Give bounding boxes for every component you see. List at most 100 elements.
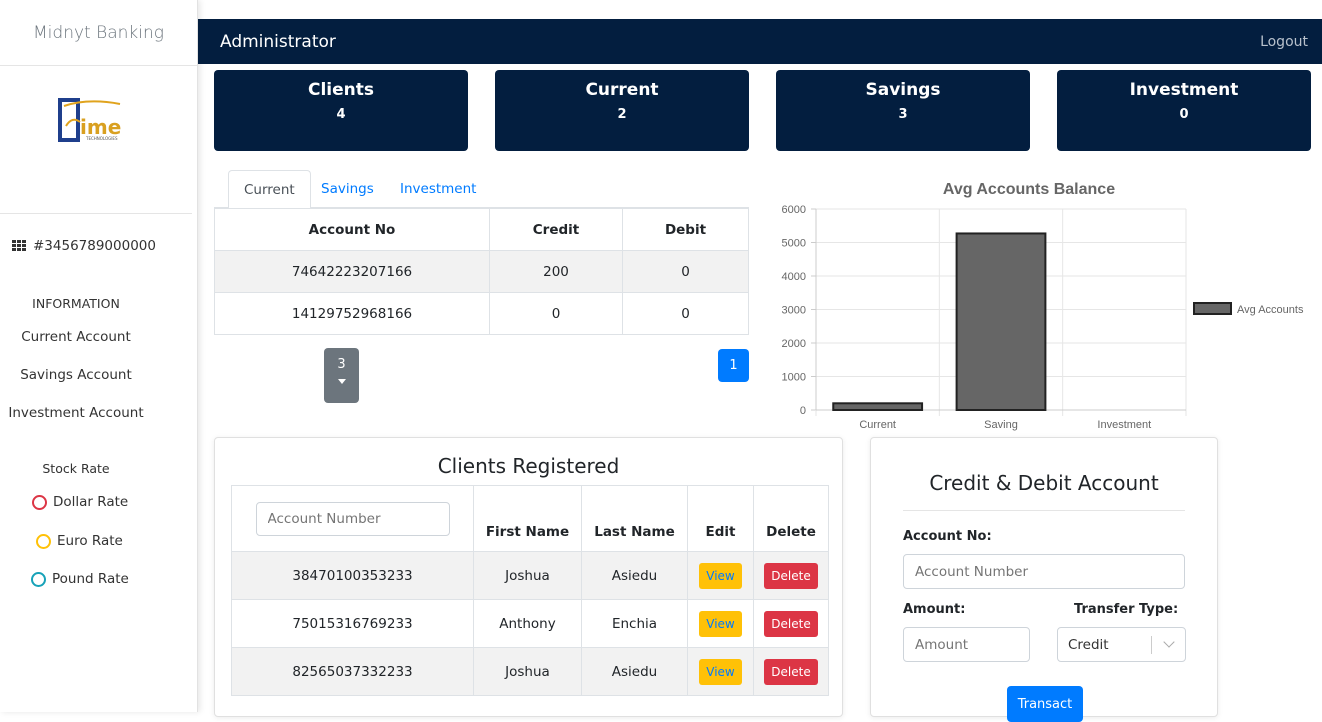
stat-card-investment: Investment 0 — [1057, 70, 1311, 151]
y-tick-label: 3000 — [782, 305, 806, 317]
view-button[interactable]: View — [699, 610, 742, 637]
y-tick-label: 6000 — [782, 204, 806, 216]
column-header-delete: Delete — [753, 485, 829, 552]
clients-panel-title: Clients Registered — [437, 454, 620, 478]
pagination-page-1[interactable]: 1 — [718, 349, 749, 382]
tab-investment[interactable]: Investment — [385, 170, 491, 208]
bar-current — [832, 402, 924, 412]
stat-value: 2 — [617, 107, 627, 122]
sidebar-account-number: #3456789000000 — [12, 238, 156, 254]
delete-button[interactable]: Delete — [764, 610, 818, 637]
table-row: 74642223207166 200 0 — [214, 250, 749, 293]
cell-account: 82565037332233 — [231, 647, 474, 696]
brand-title[interactable]: Midnyt Banking — [0, 0, 197, 66]
transact-button[interactable]: Transact — [1007, 686, 1083, 722]
stat-card-clients: Clients 4 — [214, 70, 468, 151]
y-tick-label: 2000 — [782, 338, 806, 350]
cell-delete: Delete — [753, 599, 829, 648]
svg-text:TECHNOLOGIES: TECHNOLOGIES — [85, 136, 118, 141]
amount-field[interactable] — [903, 627, 1030, 662]
chart-title: Avg Accounts Balance — [943, 181, 1115, 198]
cell-account: 38470100353233 — [231, 551, 474, 600]
account-tabs: Current Savings Investment — [214, 170, 749, 209]
amount-label: Amount: — [903, 602, 966, 617]
account-number-field[interactable] — [903, 554, 1185, 589]
clients-registered-panel: Clients Registered First Name Last Name … — [214, 437, 843, 717]
stock-rate-heading: Stock Rate — [42, 461, 110, 476]
cell-last-name: Enchia — [581, 599, 688, 648]
grid-icon — [12, 239, 27, 253]
circle-icon — [32, 494, 47, 510]
sidebar-divider — [0, 213, 192, 214]
title-divider — [903, 510, 1185, 511]
stat-card-current: Current 2 — [495, 70, 749, 151]
stat-value: 3 — [898, 107, 908, 122]
cell-credit: 0 — [489, 292, 623, 335]
logout-link[interactable]: Logout — [1260, 34, 1308, 50]
search-cell — [231, 485, 474, 552]
cell-delete: Delete — [753, 551, 829, 600]
avg-balance-chart: Avg Accounts Balance 0 1000 2000 3000 4000 500… — [770, 172, 1322, 434]
column-header-account-no: Account No — [214, 208, 490, 251]
table-row: 82565037332233 Joshua Asiedu View Delete — [231, 647, 829, 696]
sidebar-item-savings-account[interactable]: Savings Account — [0, 367, 152, 383]
table-row: 38470100353233 Joshua Asiedu View Delete — [231, 551, 829, 600]
credit-debit-title: Credit & Debit Account — [929, 471, 1159, 495]
view-button[interactable]: View — [699, 562, 742, 589]
sidebar-item-pound-rate[interactable]: Pound Rate — [31, 571, 129, 587]
euro-rate-label: Euro Rate — [57, 533, 123, 549]
y-tick-label: 4000 — [782, 271, 806, 283]
dollar-rate-label: Dollar Rate — [53, 494, 129, 510]
x-tick-label: Saving — [984, 419, 1018, 431]
cell-account-no: 14129752968166 — [214, 292, 490, 335]
cell-account: 75015316769233 — [231, 599, 474, 648]
stat-label: Clients — [307, 80, 374, 100]
chart-svg: Avg Accounts Balance 0 1000 2000 3000 4000 500… — [782, 181, 1304, 431]
transfer-type-select[interactable]: Credit — [1057, 627, 1186, 662]
y-tick-label: 5000 — [782, 238, 806, 250]
sidebar-item-euro-rate[interactable]: Euro Rate — [36, 533, 123, 549]
select-separator — [1151, 636, 1152, 654]
cell-first-name: Joshua — [473, 647, 582, 696]
y-tick-label: 1000 — [782, 372, 806, 384]
company-logo: ime TECHNOLOGIES — [58, 96, 128, 144]
cell-edit: View — [687, 599, 754, 648]
account-number-text: #3456789000000 — [33, 238, 156, 254]
delete-button[interactable]: Delete — [764, 562, 818, 589]
y-tick-label: 0 — [800, 405, 806, 417]
credit-debit-panel: Credit & Debit Account Account No: Amoun… — [870, 437, 1218, 722]
legend-swatch — [1193, 302, 1232, 315]
cell-delete: Delete — [753, 647, 829, 696]
cell-last-name: Asiedu — [581, 647, 688, 696]
tab-savings[interactable]: Savings — [306, 170, 389, 208]
column-header-first-name: First Name — [473, 485, 582, 552]
account-search-input[interactable] — [255, 501, 450, 536]
stat-value: 0 — [1179, 107, 1189, 122]
sidebar-item-dollar-rate[interactable]: Dollar Rate — [32, 494, 128, 510]
transfer-type-value: Credit — [1068, 636, 1109, 653]
accounts-table: Account No Credit Debit 74642223207166 2… — [214, 208, 749, 335]
cell-first-name: Joshua — [473, 551, 582, 600]
tab-current[interactable]: Current — [228, 170, 311, 209]
view-button[interactable]: View — [699, 658, 742, 685]
column-header-edit: Edit — [687, 485, 754, 552]
table-row: 75015316769233 Anthony Enchia View Delet… — [231, 599, 829, 648]
cell-last-name: Asiedu — [581, 551, 688, 600]
clients-table: First Name Last Name Edit Delete 3847010… — [231, 485, 829, 696]
cell-account-no: 74642223207166 — [214, 250, 490, 293]
circle-icon — [36, 533, 51, 549]
column-header-last-name: Last Name — [581, 485, 688, 552]
stat-label: Investment — [1129, 80, 1239, 100]
caret-down-icon — [337, 379, 346, 384]
cell-debit: 0 — [622, 292, 749, 335]
account-no-label: Account No: — [903, 529, 992, 544]
column-header-credit: Credit — [489, 208, 623, 251]
cell-credit: 200 — [489, 250, 623, 293]
sidebar-item-current-account[interactable]: Current Account — [0, 329, 152, 345]
page-size-select[interactable]: 3 — [324, 348, 359, 403]
cell-first-name: Anthony — [473, 599, 582, 648]
delete-button[interactable]: Delete — [764, 658, 818, 685]
information-heading: INFORMATION — [32, 296, 120, 311]
sidebar-item-investment-account[interactable]: Investment Account — [0, 405, 152, 421]
table-row: 14129752968166 0 0 — [214, 292, 749, 335]
